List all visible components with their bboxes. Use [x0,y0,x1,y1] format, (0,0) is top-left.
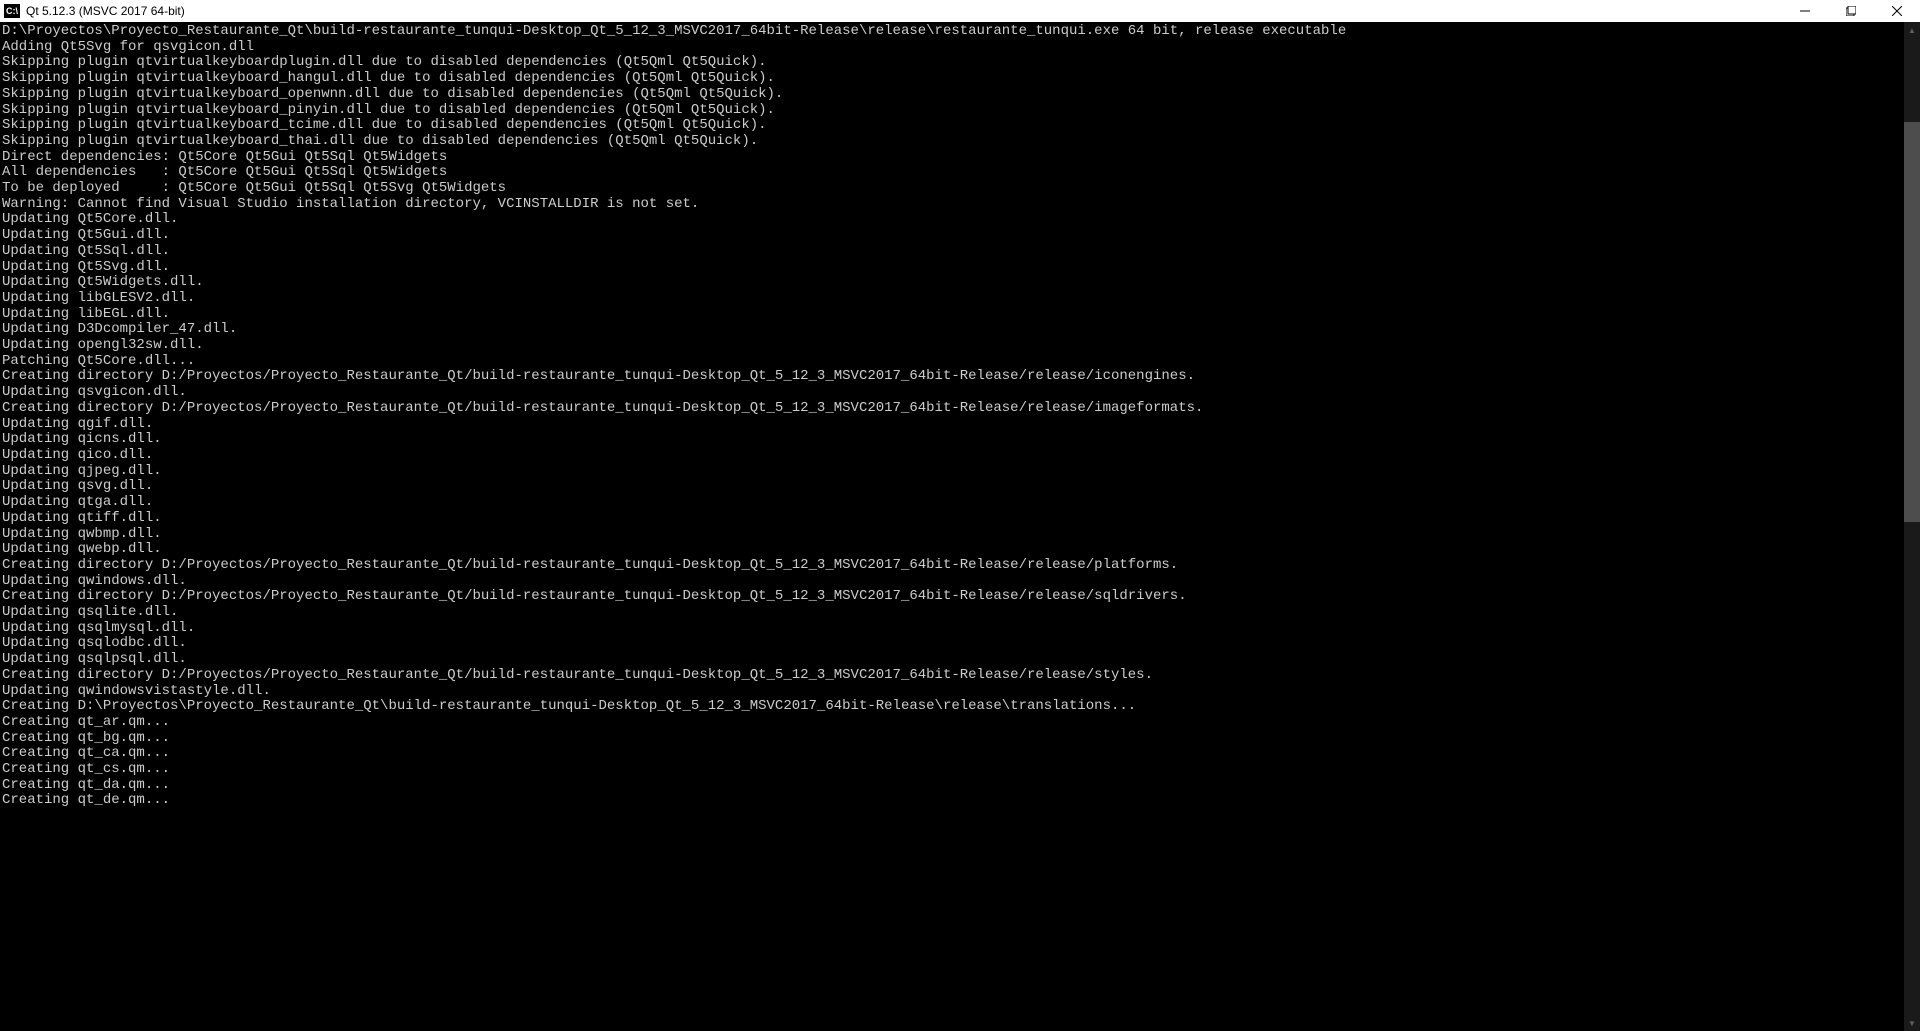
console-line: Updating Qt5Gui.dll. [2,228,1920,244]
console-line: Adding Qt5Svg for qsvgicon.dll [2,40,1920,56]
titlebar: C:\ Qt 5.12.3 (MSVC 2017 64-bit) [0,0,1920,22]
minimize-icon [1800,6,1810,16]
console-line: Patching Qt5Core.dll... [2,354,1920,370]
maximize-button[interactable] [1828,0,1874,22]
console-line: Updating qsqlpsql.dll. [2,652,1920,668]
console-line: Updating qwindowsvistastyle.dll. [2,684,1920,700]
console-line: Updating qtiff.dll. [2,511,1920,527]
maximize-icon [1846,6,1856,16]
console-line: Updating qsqlite.dll. [2,605,1920,621]
console-line: Skipping plugin qtvirtualkeyboardplugin.… [2,55,1920,71]
console-line: Skipping plugin qtvirtualkeyboard_tcime.… [2,118,1920,134]
console-line: Skipping plugin qtvirtualkeyboard_thai.d… [2,134,1920,150]
console-line: Creating qt_da.qm... [2,778,1920,794]
console-line: Updating qwebp.dll. [2,542,1920,558]
console-line: Creating directory D:/Proyectos/Proyecto… [2,558,1920,574]
console-line: Updating qsvgicon.dll. [2,385,1920,401]
console-line: Updating qico.dll. [2,448,1920,464]
console-line: Updating qgif.dll. [2,417,1920,433]
console-line: Updating qsvg.dll. [2,479,1920,495]
console-line: Updating D3Dcompiler_47.dll. [2,322,1920,338]
console-line: Updating opengl32sw.dll. [2,338,1920,354]
scroll-down-arrow[interactable]: ▼ [1904,1015,1920,1031]
console-line: Updating qtga.dll. [2,495,1920,511]
console-line: Creating directory D:/Proyectos/Proyecto… [2,589,1920,605]
console-line: Updating qjpeg.dll. [2,464,1920,480]
console-line: Updating libEGL.dll. [2,307,1920,323]
console-line: Creating directory D:/Proyectos/Proyecto… [2,401,1920,417]
console-line: Updating Qt5Sql.dll. [2,244,1920,260]
console-line: Creating qt_ar.qm... [2,715,1920,731]
console-line: Creating qt_cs.qm... [2,762,1920,778]
console-line: Updating libGLESV2.dll. [2,291,1920,307]
console-line: To be deployed : Qt5Core Qt5Gui Qt5Sql Q… [2,181,1920,197]
console-line: Updating Qt5Widgets.dll. [2,275,1920,291]
scroll-thumb[interactable] [1904,122,1920,522]
console-line: Skipping plugin qtvirtualkeyboard_openwn… [2,87,1920,103]
console-line: Direct dependencies: Qt5Core Qt5Gui Qt5S… [2,150,1920,166]
console-line: Updating Qt5Core.dll. [2,212,1920,228]
close-icon [1892,6,1902,16]
console-line: Creating qt_ca.qm... [2,746,1920,762]
console-line: Updating qwbmp.dll. [2,527,1920,543]
console-line: Warning: Cannot find Visual Studio insta… [2,197,1920,213]
console-line: Creating qt_bg.qm... [2,731,1920,747]
console-line: Updating qsqlodbc.dll. [2,636,1920,652]
scroll-up-arrow[interactable]: ▲ [1904,22,1920,38]
console-line: Updating qicns.dll. [2,432,1920,448]
console-line: Updating qsqlmysql.dll. [2,621,1920,637]
console-line: All dependencies : Qt5Core Qt5Gui Qt5Sql… [2,165,1920,181]
console-line: Creating qt_de.qm... [2,793,1920,809]
window-controls [1782,0,1920,22]
console-line: Updating Qt5Svg.dll. [2,260,1920,276]
console-line: Creating D:\Proyectos\Proyecto_Restauran… [2,699,1920,715]
console-line: Creating directory D:/Proyectos/Proyecto… [2,369,1920,385]
console-line: Creating directory D:/Proyectos/Proyecto… [2,668,1920,684]
close-button[interactable] [1874,0,1920,22]
vertical-scrollbar[interactable]: ▲ ▼ [1904,22,1920,1031]
minimize-button[interactable] [1782,0,1828,22]
titlebar-left: C:\ Qt 5.12.3 (MSVC 2017 64-bit) [4,4,185,18]
console-line: Updating qwindows.dll. [2,574,1920,590]
console-output: D:\Proyectos\Proyecto_Restaurante_Qt\bui… [0,22,1920,1031]
window-title: Qt 5.12.3 (MSVC 2017 64-bit) [26,4,185,18]
console-line: D:\Proyectos\Proyecto_Restaurante_Qt\bui… [2,24,1920,40]
console-line: Skipping plugin qtvirtualkeyboard_hangul… [2,71,1920,87]
console-line: Skipping plugin qtvirtualkeyboard_pinyin… [2,103,1920,119]
cmd-icon: C:\ [4,4,20,18]
